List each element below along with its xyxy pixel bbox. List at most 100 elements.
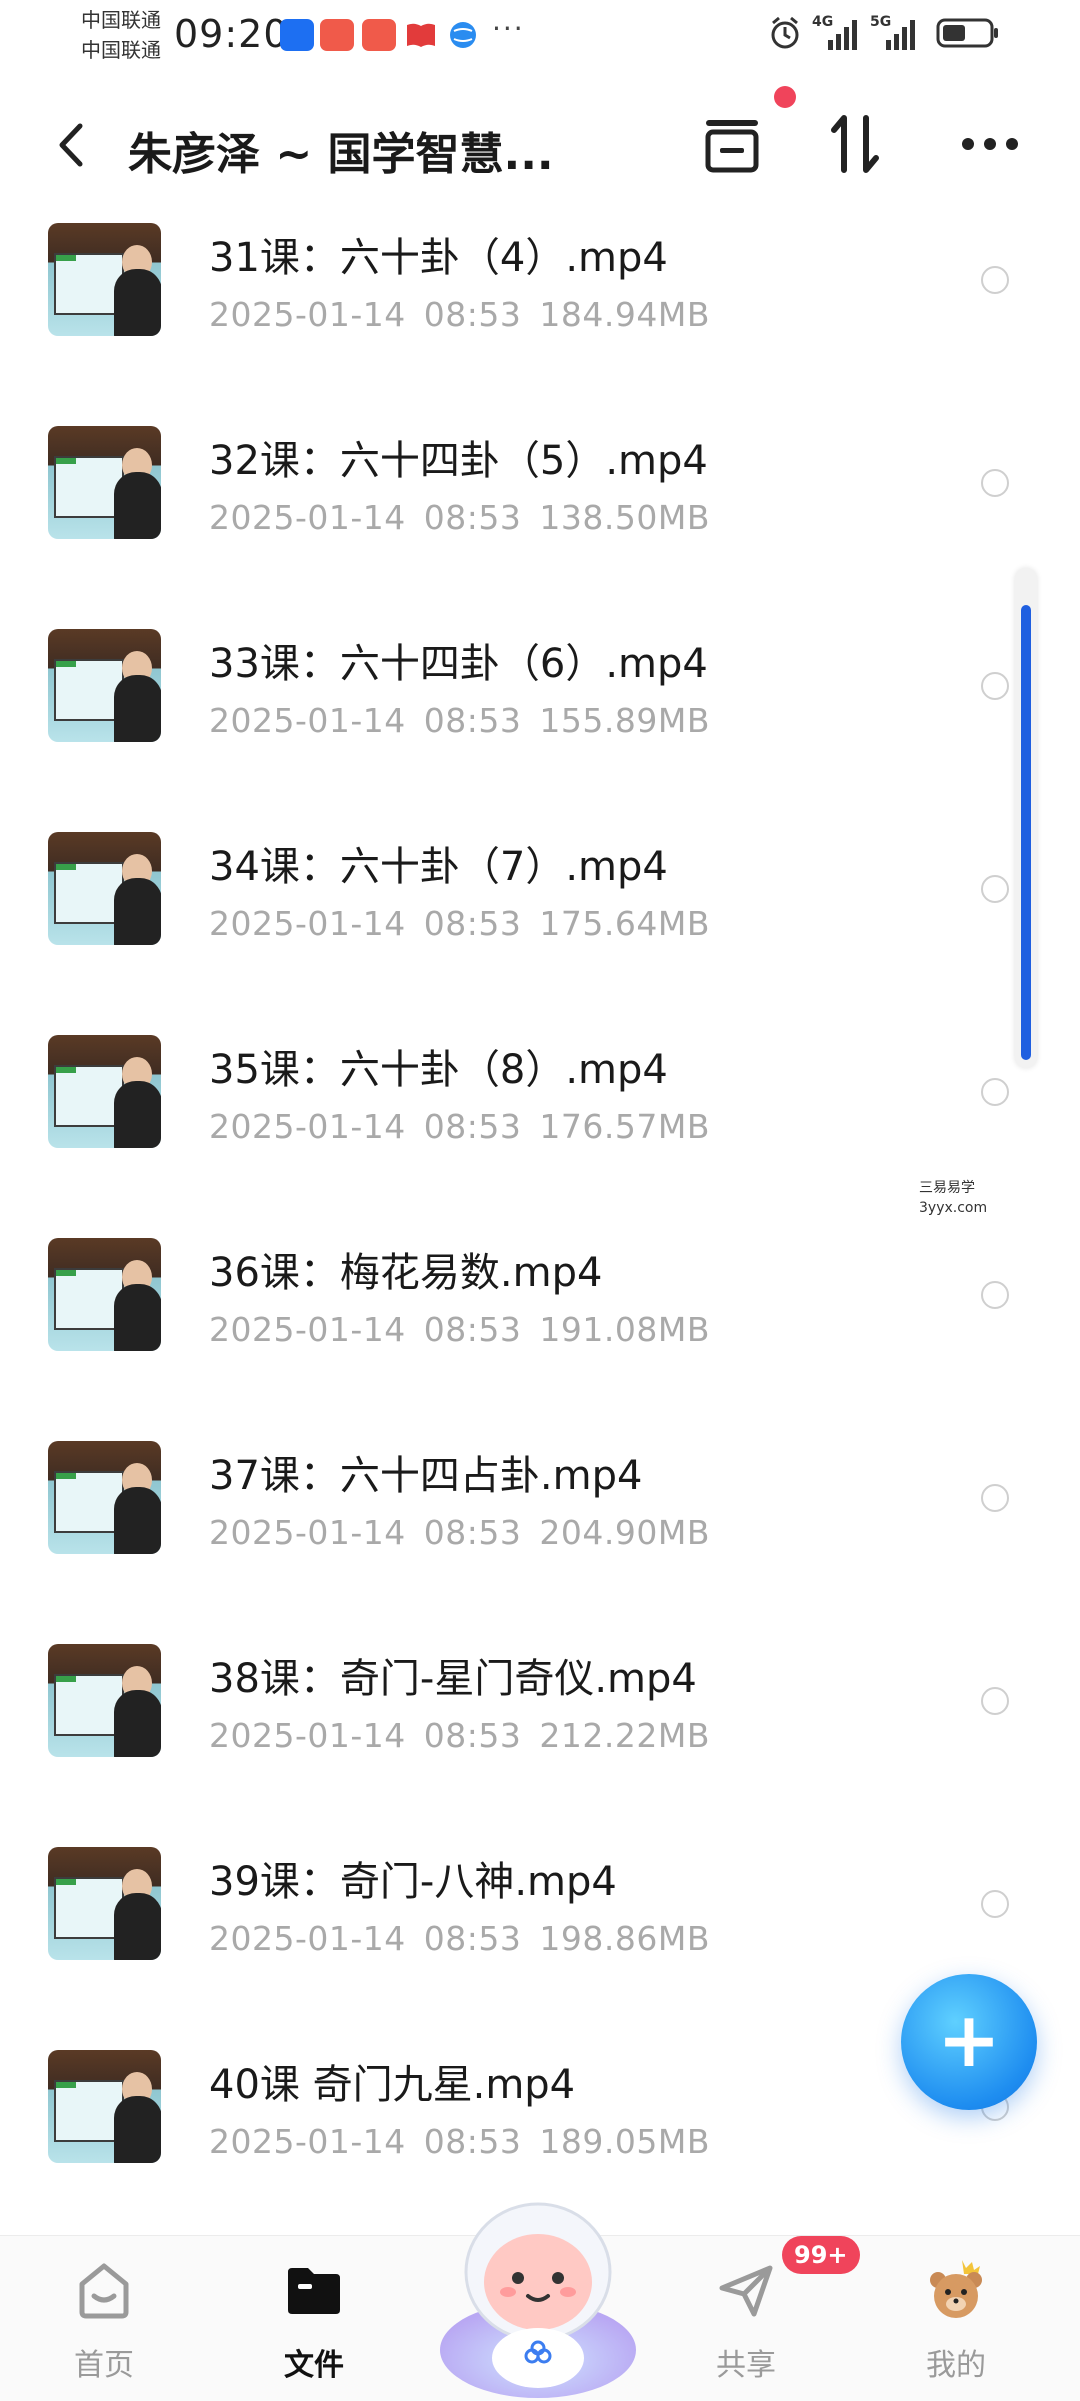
- signal-icon: [886, 20, 915, 50]
- file-meta: 2025-01-14 08:53 191.08MB: [209, 1310, 710, 1349]
- file-name: 33课：六十四卦（6）.mp4: [209, 641, 708, 687]
- bear-avatar-icon: [930, 2260, 982, 2318]
- select-checkbox[interactable]: [981, 1078, 1009, 1106]
- file-size: 191.08MB: [539, 1310, 710, 1349]
- file-name: 35课：六十卦（8）.mp4: [209, 1047, 668, 1093]
- file-meta: 2025-01-14 08:53 212.22MB: [209, 1716, 710, 1755]
- file-row[interactable]: 36课：梅花易数.mp4 2025-01-14 08:53 191.08MB: [0, 1218, 1080, 1421]
- add-button[interactable]: +: [901, 1974, 1037, 2110]
- file-time: 08:53: [423, 2122, 522, 2161]
- watermark: 三易易学 3yyx.com: [919, 1178, 987, 1218]
- status-bar: 中国联通 中国联通 09:20 ··· 4G 5G: [0, 0, 1080, 75]
- file-date: 2025-01-14: [209, 701, 406, 740]
- nav-mine-label: 我的: [926, 2348, 986, 2383]
- file-size: 189.05MB: [539, 2122, 710, 2161]
- file-time: 08:53: [423, 701, 522, 740]
- file-size: 138.50MB: [539, 498, 710, 537]
- select-checkbox[interactable]: [981, 469, 1009, 497]
- nav-share-label: 共享: [716, 2348, 776, 2383]
- mascot-assistant-icon[interactable]: [428, 2180, 648, 2400]
- file-name: 37课：六十四占卦.mp4: [209, 1453, 643, 1499]
- sort-icon[interactable]: [826, 112, 886, 176]
- select-checkbox[interactable]: [981, 875, 1009, 903]
- select-checkbox[interactable]: [981, 266, 1009, 294]
- select-checkbox[interactable]: [981, 672, 1009, 700]
- file-date: 2025-01-14: [209, 2122, 406, 2161]
- home-icon: [79, 2263, 129, 2319]
- file-meta: 2025-01-14 08:53 155.89MB: [209, 701, 710, 740]
- file-row[interactable]: 35课：六十卦（8）.mp4 2025-01-14 08:53 176.57MB: [0, 1015, 1080, 1218]
- file-row[interactable]: 31课：六十卦（4）.mp4 2025-01-14 08:53 184.94MB: [0, 203, 1080, 406]
- file-size: 176.57MB: [539, 1107, 710, 1146]
- carrier-1: 中国联通: [81, 8, 161, 32]
- file-row[interactable]: 34课：六十卦（7）.mp4 2025-01-14 08:53 175.64MB: [0, 812, 1080, 1015]
- file-row[interactable]: 38课：奇门-星门奇仪.mp4 2025-01-14 08:53 212.22MB: [0, 1624, 1080, 1827]
- file-time: 08:53: [423, 1919, 522, 1958]
- file-date: 2025-01-14: [209, 1310, 406, 1349]
- transfer-list-icon[interactable]: [700, 112, 764, 176]
- select-checkbox[interactable]: [981, 1890, 1009, 1918]
- file-time: 08:53: [423, 1716, 522, 1755]
- file-meta: 2025-01-14 08:53 175.64MB: [209, 904, 710, 943]
- folder-icon: [288, 2268, 340, 2314]
- notification-app-icon: [362, 19, 396, 51]
- watermark-line-1: 三易易学: [919, 1180, 975, 1196]
- video-thumbnail: [48, 832, 161, 945]
- file-size: 175.64MB: [539, 904, 710, 943]
- file-row[interactable]: 33课：六十四卦（6）.mp4 2025-01-14 08:53 155.89MB: [0, 609, 1080, 812]
- nav-files[interactable]: 文件: [234, 2236, 394, 2401]
- file-date: 2025-01-14: [209, 295, 406, 334]
- folder-title: 朱彦泽 ~ 国学智慧...: [128, 129, 554, 180]
- book-icon: [407, 23, 435, 47]
- file-name: 40课 奇门九星.mp4: [209, 2062, 576, 2108]
- video-thumbnail: [48, 1644, 161, 1757]
- file-time: 08:53: [423, 295, 522, 334]
- video-thumbnail: [48, 1847, 161, 1960]
- more-options-icon[interactable]: [958, 112, 1022, 176]
- select-checkbox[interactable]: [981, 1484, 1009, 1512]
- status-clock: 09:20: [174, 12, 289, 56]
- battery-icon: [936, 18, 998, 48]
- nav-home-label: 首页: [74, 2348, 134, 2383]
- file-name: 36课：梅花易数.mp4: [209, 1250, 603, 1296]
- back-arrow-icon[interactable]: [50, 120, 90, 170]
- file-date: 2025-01-14: [209, 498, 406, 537]
- send-icon: [719, 2265, 773, 2317]
- file-meta: 2025-01-14 08:53 189.05MB: [209, 2122, 710, 2161]
- select-checkbox[interactable]: [981, 1281, 1009, 1309]
- video-thumbnail: [48, 1441, 161, 1554]
- scrollbar-thumb[interactable]: [1021, 605, 1031, 1060]
- file-meta: 2025-01-14 08:53 138.50MB: [209, 498, 710, 537]
- file-name: 39课：奇门-八神.mp4: [209, 1859, 617, 1905]
- share-badge: 99+: [782, 2236, 860, 2274]
- globe-icon: [450, 22, 476, 48]
- file-name: 31课：六十卦（4）.mp4: [209, 235, 668, 281]
- nav-home[interactable]: 首页: [24, 2236, 184, 2401]
- nav-mine[interactable]: 我的: [876, 2236, 1036, 2401]
- file-name: 38课：奇门-星门奇仪.mp4: [209, 1656, 697, 1702]
- file-meta: 2025-01-14 08:53 198.86MB: [209, 1919, 710, 1958]
- video-thumbnail: [48, 1035, 161, 1148]
- file-meta: 2025-01-14 08:53 204.90MB: [209, 1513, 710, 1552]
- video-thumbnail: [48, 426, 161, 539]
- plus-icon: +: [937, 1995, 1001, 2084]
- signal-icon: [828, 20, 857, 50]
- file-size: 204.90MB: [539, 1513, 710, 1552]
- carrier-2: 中国联通: [81, 38, 161, 62]
- file-row[interactable]: 37课：六十四占卦.mp4 2025-01-14 08:53 204.90MB: [0, 1421, 1080, 1624]
- file-meta: 2025-01-14 08:53 184.94MB: [209, 295, 710, 334]
- file-time: 08:53: [423, 498, 522, 537]
- file-size: 198.86MB: [539, 1919, 710, 1958]
- file-list: 31课：六十卦（4）.mp4 2025-01-14 08:53 184.94MB 3…: [0, 203, 1080, 2213]
- file-size: 155.89MB: [539, 701, 710, 740]
- file-size: 212.22MB: [539, 1716, 710, 1755]
- file-name: 34课：六十卦（7）.mp4: [209, 844, 668, 890]
- file-size: 184.94MB: [539, 295, 710, 334]
- watermark-line-2: 3yyx.com: [919, 1200, 988, 1216]
- file-time: 08:53: [423, 904, 522, 943]
- file-row[interactable]: 32课：六十四卦（5）.mp4 2025-01-14 08:53 138.50MB: [0, 406, 1080, 609]
- file-time: 08:53: [423, 1513, 522, 1552]
- nav-files-label: 文件: [284, 2348, 344, 2383]
- select-checkbox[interactable]: [981, 1687, 1009, 1715]
- file-date: 2025-01-14: [209, 1513, 406, 1552]
